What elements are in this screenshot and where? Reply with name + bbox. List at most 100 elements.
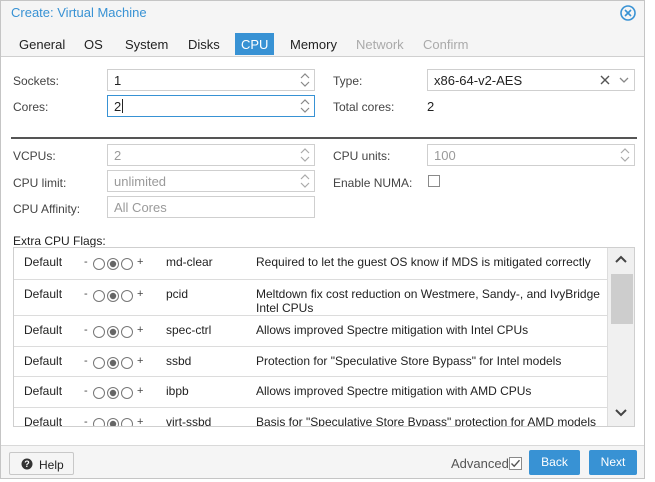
flag-toggle[interactable]: - + — [84, 355, 148, 370]
flag-description: Protection for "Speculative Store Bypass… — [256, 354, 562, 368]
tri-state-toggle-icon[interactable] — [92, 417, 134, 427]
advanced-checkbox[interactable] — [509, 457, 522, 470]
advanced-divider — [11, 137, 637, 139]
minus-label: - — [84, 355, 88, 367]
tab-cpu[interactable]: CPU — [235, 33, 275, 55]
plus-label: + — [137, 355, 144, 367]
tab-os[interactable]: OS — [78, 33, 109, 54]
tab-confirm: Confirm — [423, 37, 469, 52]
sockets-label: Sockets: — [13, 74, 60, 88]
next-button[interactable]: Next — [589, 450, 637, 475]
flag-state: Default — [24, 354, 63, 368]
flag-row-ssbd: Default - + ssbd Protection for "Specula… — [14, 347, 608, 377]
back-button[interactable]: Back — [529, 450, 580, 475]
plus-label: + — [137, 385, 144, 397]
chevron-down-icon[interactable] — [619, 76, 629, 84]
tri-state-toggle-icon[interactable] — [92, 386, 134, 400]
vcpus-field[interactable]: 2 — [107, 144, 315, 166]
cpu-affinity-placeholder: All Cores — [114, 200, 167, 215]
cpu-affinity-field[interactable]: All Cores — [107, 196, 315, 218]
enable-numa-checkbox[interactable] — [428, 175, 440, 187]
cpu-type-value: x86-64-v2-AES — [434, 73, 523, 88]
flag-toggle[interactable]: - + — [84, 256, 148, 271]
scrollbar-thumb[interactable] — [611, 274, 633, 324]
cores-label: Cores: — [13, 100, 49, 114]
clear-icon[interactable] — [600, 75, 610, 85]
type-label: Type: — [333, 74, 363, 88]
cpu-limit-value: unlimited — [114, 174, 167, 189]
flag-name: spec-ctrl — [166, 323, 212, 337]
flag-description: Allows improved Spectre mitigation with … — [256, 323, 529, 337]
help-label: Help — [39, 458, 64, 472]
text-caret — [122, 99, 124, 113]
close-icon[interactable] — [619, 4, 637, 22]
minus-label: - — [84, 256, 88, 268]
cpu-affinity-label: CPU Affinity: — [13, 202, 81, 216]
advanced-label: Advanced — [451, 456, 509, 471]
flag-toggle[interactable]: - + — [84, 385, 148, 400]
flag-row-md-clear: Default - + md-clear Required to let the… — [14, 248, 608, 280]
help-button[interactable]: ? Help — [9, 452, 74, 475]
flag-description: Meltdown fix cost reduction on Westmere,… — [256, 287, 600, 315]
spinner-icon[interactable] — [620, 147, 630, 163]
flag-toggle[interactable]: - + — [84, 416, 148, 427]
flag-name: pcid — [166, 287, 189, 301]
tri-state-toggle-icon[interactable] — [92, 257, 134, 271]
plus-label: + — [137, 324, 144, 336]
dialog-titlebar: Create: Virtual Machine — [1, 1, 644, 25]
minus-label: - — [84, 288, 88, 300]
minus-label: - — [84, 385, 88, 397]
dialog-footer: ? Help Advanced Back Next — [1, 445, 644, 478]
spinner-icon[interactable] — [300, 72, 310, 88]
create-vm-dialog: Create: Virtual Machine General OS Syste… — [0, 0, 645, 479]
help-icon: ? — [21, 458, 33, 470]
tab-disks[interactable]: Disks — [182, 33, 226, 54]
cpu-units-field[interactable]: 100 — [427, 144, 635, 166]
sockets-field[interactable]: 1 — [107, 69, 315, 91]
cpu-limit-field[interactable]: unlimited — [107, 170, 315, 192]
flags-scrollbar[interactable] — [607, 248, 634, 426]
tab-general[interactable]: General — [13, 33, 71, 54]
sockets-value: 1 — [114, 73, 122, 88]
vcpus-value: 2 — [114, 148, 122, 163]
flag-state: Default — [24, 384, 63, 398]
flag-row-pcid: Default - + pcid Meltdown fix cost reduc… — [14, 280, 608, 316]
tri-state-toggle-icon[interactable] — [92, 325, 134, 339]
cpu-units-label: CPU units: — [333, 149, 391, 163]
scroll-down-icon[interactable] — [614, 408, 628, 418]
vcpus-label: VCPUs: — [13, 149, 56, 163]
flag-toggle[interactable]: - + — [84, 324, 148, 339]
cpu-units-value: 100 — [434, 148, 456, 163]
cpu-flags-grid: Default - + md-clear Required to let the… — [13, 247, 635, 427]
flag-name: ssbd — [166, 354, 192, 368]
flag-state: Default — [24, 287, 63, 301]
scroll-up-icon[interactable] — [614, 254, 628, 264]
spinner-icon[interactable] — [300, 173, 310, 189]
wizard-tabbar: General OS System Disks CPU Memory Netwo… — [1, 25, 644, 57]
plus-label: + — [137, 256, 144, 268]
flag-name: md-clear — [166, 255, 213, 269]
tri-state-toggle-icon[interactable] — [92, 289, 134, 303]
cores-value: 2 — [114, 99, 122, 114]
tab-system[interactable]: System — [119, 33, 174, 54]
flag-state: Default — [24, 415, 63, 427]
flag-toggle[interactable]: - + — [84, 288, 148, 303]
flag-state: Default — [24, 255, 63, 269]
total-cores-value: 2 — [427, 99, 435, 114]
tab-memory[interactable]: Memory — [284, 33, 343, 54]
flag-name: virt-ssbd — [166, 415, 212, 427]
minus-label: - — [84, 416, 88, 427]
spinner-icon[interactable] — [300, 147, 310, 163]
cores-field[interactable]: 2 — [107, 95, 315, 117]
enable-numa-label: Enable NUMA: — [333, 176, 413, 190]
plus-label: + — [137, 416, 144, 427]
svg-text:?: ? — [24, 459, 30, 469]
flag-row-virt-ssbd: Default - + virt-ssbd Basis for "Specula… — [14, 408, 608, 427]
extra-cpu-flags-label: Extra CPU Flags: — [13, 234, 106, 248]
plus-label: + — [137, 288, 144, 300]
cpu-type-select[interactable]: x86-64-v2-AES — [427, 69, 635, 91]
spinner-icon[interactable] — [300, 98, 310, 114]
flag-description: Required to let the guest OS know if MDS… — [256, 255, 591, 269]
tri-state-toggle-icon[interactable] — [92, 356, 134, 370]
tab-network: Network — [356, 37, 404, 52]
